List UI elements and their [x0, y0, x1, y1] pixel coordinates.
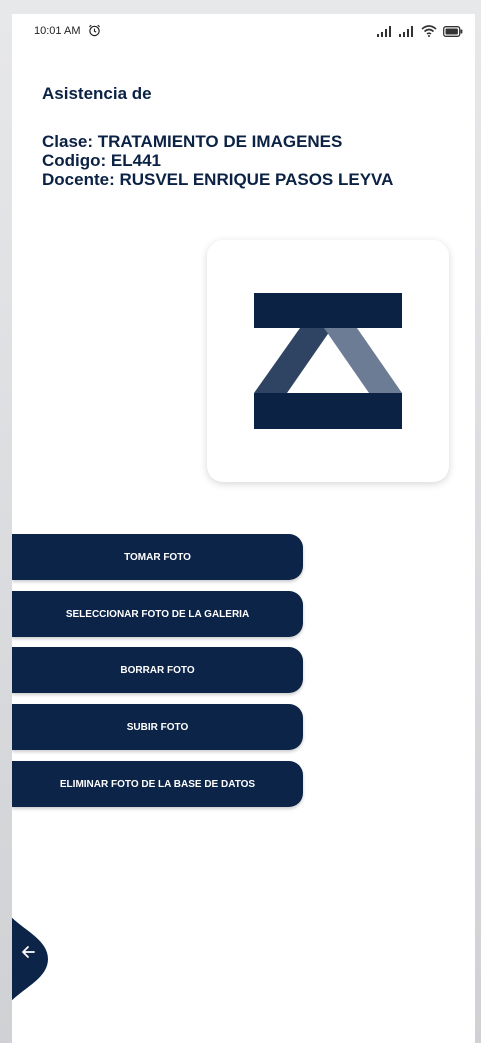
teacher-name: Docente: RUSVEL ENRIQUE PASOS LEYVA [42, 170, 394, 189]
select-gallery-photo-button[interactable]: SELECCIONAR FOTO DE LA GALERIA [12, 591, 303, 637]
app-logo-image [254, 293, 402, 429]
page-title: Asistencia de [42, 84, 152, 103]
alarm-icon [89, 24, 100, 37]
take-photo-button[interactable]: TOMAR FOTO [12, 534, 303, 580]
class-name: Clase: TRATAMIENTO DE IMAGENES [42, 132, 343, 151]
photo-preview-card [207, 240, 449, 482]
status-icons [377, 24, 463, 38]
status-bar: 10:01 AM [12, 14, 475, 48]
class-code: Codigo: EL441 [42, 151, 162, 170]
delete-photo-button[interactable]: BORRAR FOTO [12, 647, 303, 693]
back-button[interactable] [12, 894, 50, 1024]
signal-icon [377, 25, 391, 37]
wifi-icon [421, 25, 437, 37]
app-screen: 10:01 AM Asistencia de Clase: TRATAMIENT… [12, 14, 475, 1043]
upload-photo-button[interactable]: SUBIR FOTO [12, 704, 303, 750]
battery-icon [443, 25, 463, 37]
arrow-left-icon [22, 946, 35, 958]
delete-from-database-button[interactable]: ELIMINAR FOTO DE LA BASE DE DATOS [12, 761, 303, 807]
signal-icon [399, 25, 413, 37]
status-time: 10:01 AM [34, 25, 81, 37]
